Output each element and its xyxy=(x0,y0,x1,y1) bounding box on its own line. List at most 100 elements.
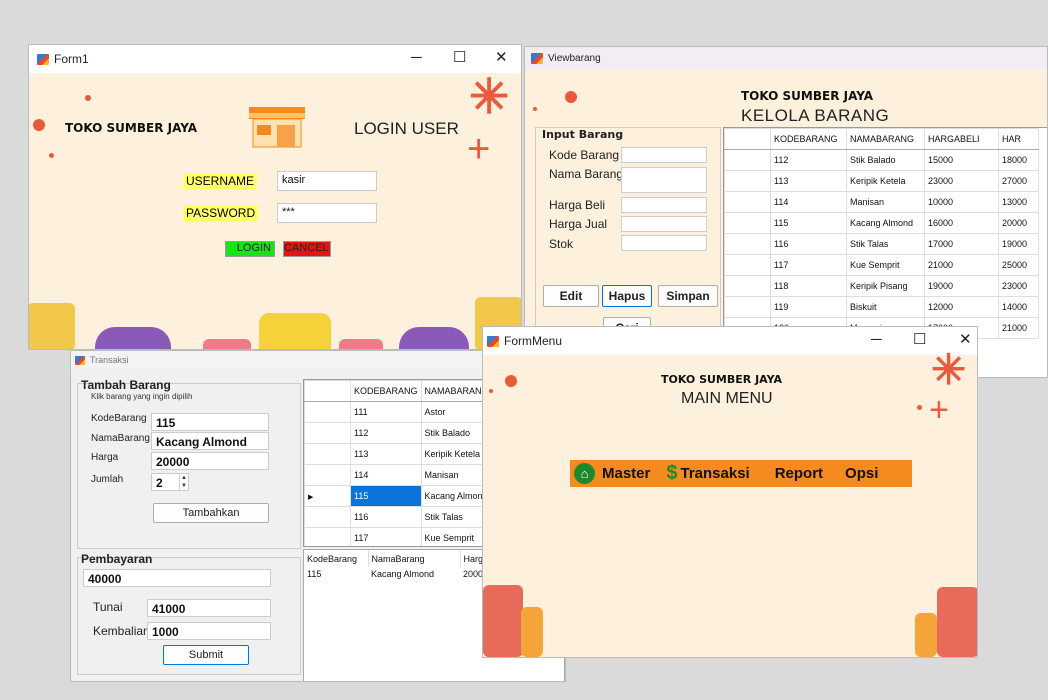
decor-dot xyxy=(565,91,577,103)
tunai-input[interactable]: 41000 xyxy=(147,599,271,617)
table-cell: 112 xyxy=(770,149,847,171)
decor-dot xyxy=(917,405,922,410)
menu-item-master[interactable]: Master xyxy=(602,465,650,482)
snack-image xyxy=(339,339,383,349)
table-row[interactable]: 116 Stik Talas 17000 19000 xyxy=(724,233,1039,255)
dollar-icon: $ xyxy=(666,462,678,484)
row-header-cell[interactable] xyxy=(724,296,771,318)
table-cell: 115 xyxy=(350,485,422,507)
harga-jual-input[interactable] xyxy=(621,216,707,232)
nama-barang-input[interactable]: Kacang Almond xyxy=(151,432,269,450)
menu-item-opsi[interactable]: Opsi xyxy=(845,465,878,482)
table-cell: Stik Balado xyxy=(846,149,925,171)
login-button[interactable]: LOGIN xyxy=(225,241,275,257)
table-cell: 117 xyxy=(350,527,422,546)
table-cell: Biskuit xyxy=(846,296,925,318)
row-header-cell[interactable] xyxy=(724,191,771,213)
row-header-cell[interactable]: ▶ xyxy=(304,485,351,507)
row-header-cell[interactable] xyxy=(304,506,351,528)
username-input[interactable]: kasir xyxy=(277,171,377,191)
row-header-cell[interactable] xyxy=(304,527,351,546)
harga-label: Harga xyxy=(91,452,119,463)
nama-barang-input[interactable] xyxy=(621,167,707,193)
column-header[interactable]: KODEBARANG xyxy=(770,128,847,150)
maximize-icon[interactable]: ☐ xyxy=(453,48,466,66)
snack-image xyxy=(915,613,937,657)
table-row[interactable]: 112 Stik Balado 15000 18000 xyxy=(724,149,1039,171)
snack-image xyxy=(483,585,523,657)
table-cell: 114 xyxy=(770,191,847,213)
spinner-arrows-icon[interactable]: ▲ ▼ xyxy=(179,474,188,490)
row-header-cell[interactable] xyxy=(724,254,771,276)
table-row[interactable]: 118 Keripik Pisang 19000 23000 xyxy=(724,275,1039,297)
table-cell: 18000 xyxy=(998,149,1039,171)
kode-barang-label: KodeBarang xyxy=(91,413,147,424)
column-header[interactable]: HAR xyxy=(998,128,1039,150)
row-header-cell[interactable] xyxy=(304,464,351,486)
simpan-button[interactable]: Simpan xyxy=(658,285,718,307)
snack-image xyxy=(203,339,251,349)
table-row[interactable]: 114 Manisan 10000 13000 xyxy=(724,191,1039,213)
harga-beli-input[interactable] xyxy=(621,197,707,213)
home-icon: ⌂ xyxy=(574,463,595,484)
menu-item-transaksi[interactable]: Transaksi xyxy=(680,465,749,482)
row-header-cell[interactable] xyxy=(724,275,771,297)
table-row[interactable]: 115 Kacang Almond 2000 xyxy=(304,567,500,581)
formmenu-window: FormMenu ─ ☐ ✕ ✳ + TOKO SUMBER JAYA MAIN… xyxy=(482,326,978,658)
stok-input[interactable] xyxy=(621,235,707,251)
table-cell: 19000 xyxy=(924,275,999,297)
table-cell: 23000 xyxy=(998,275,1039,297)
stok-label: Stok xyxy=(549,237,574,251)
jumlah-label: Jumlah xyxy=(91,474,124,485)
table-cell: Kue Semprit xyxy=(846,254,925,276)
column-header[interactable]: NamaBarang xyxy=(368,550,461,567)
submit-button[interactable]: Submit xyxy=(163,645,249,665)
column-header[interactable]: KODEBARANG xyxy=(350,380,422,402)
column-header[interactable]: KodeBarang xyxy=(304,550,369,567)
table-cell: 114 xyxy=(350,464,422,486)
minimize-icon[interactable]: ─ xyxy=(871,331,882,348)
barang-table: KODEBARANG NAMABARANG HARGABELI HAR 112 S… xyxy=(724,128,1039,339)
username-label: USERNAME xyxy=(183,173,258,189)
table-cell: 15000 xyxy=(924,149,999,171)
tambahkan-button[interactable]: Tambahkan xyxy=(153,503,269,523)
table-cell: 23000 xyxy=(924,170,999,192)
maximize-icon[interactable]: ☐ xyxy=(913,330,926,348)
row-header-cell[interactable] xyxy=(304,422,351,444)
row-header-cell[interactable] xyxy=(724,149,771,171)
table-row[interactable]: 113 Keripik Ketela 23000 27000 xyxy=(724,170,1039,192)
edit-button[interactable]: Edit xyxy=(543,285,599,307)
row-header-cell[interactable] xyxy=(304,443,351,465)
table-row[interactable]: 115 Kacang Almond 16000 20000 xyxy=(724,212,1039,234)
kode-barang-input[interactable]: 115 xyxy=(151,413,269,431)
login-titlebar: Form1 ─ ☐ ✕ xyxy=(29,45,521,73)
table-row[interactable]: 117 Kue Semprit 21000 25000 xyxy=(724,254,1039,276)
row-header-cell[interactable] xyxy=(724,212,771,234)
table-cell: Manisan xyxy=(846,191,925,213)
table-cell: Kacang Almond xyxy=(371,569,435,579)
minimize-icon[interactable]: ─ xyxy=(411,49,422,66)
total-field: 40000 xyxy=(83,569,271,587)
cancel-button[interactable]: CANCEL xyxy=(283,241,331,257)
row-header-cell[interactable] xyxy=(304,401,351,423)
login-window-title: Form1 xyxy=(54,52,89,66)
column-header[interactable]: NAMABARANG xyxy=(846,128,925,150)
snack-image xyxy=(937,587,977,657)
row-header-cell[interactable] xyxy=(724,170,771,192)
app-icon xyxy=(487,335,499,347)
table-cell: Kacang Almond xyxy=(846,212,925,234)
menu-item-report[interactable]: Report xyxy=(775,465,823,482)
table-row[interactable]: 119 Biskuit 12000 14000 xyxy=(724,296,1039,318)
password-input[interactable]: *** xyxy=(277,203,377,223)
harga-input[interactable]: 20000 xyxy=(151,452,269,470)
app-icon xyxy=(37,53,49,65)
table-cell: 21000 xyxy=(998,317,1039,339)
table-cell: 16000 xyxy=(924,212,999,234)
column-header[interactable]: HARGABELI xyxy=(924,128,999,150)
shop-name: TOKO SUMBER JAYA xyxy=(741,89,874,103)
kode-barang-input[interactable] xyxy=(621,147,707,163)
row-header-cell[interactable] xyxy=(724,233,771,255)
hapus-button[interactable]: Hapus xyxy=(602,285,652,307)
snack-image xyxy=(259,313,331,349)
close-icon[interactable]: ✕ xyxy=(495,48,508,66)
